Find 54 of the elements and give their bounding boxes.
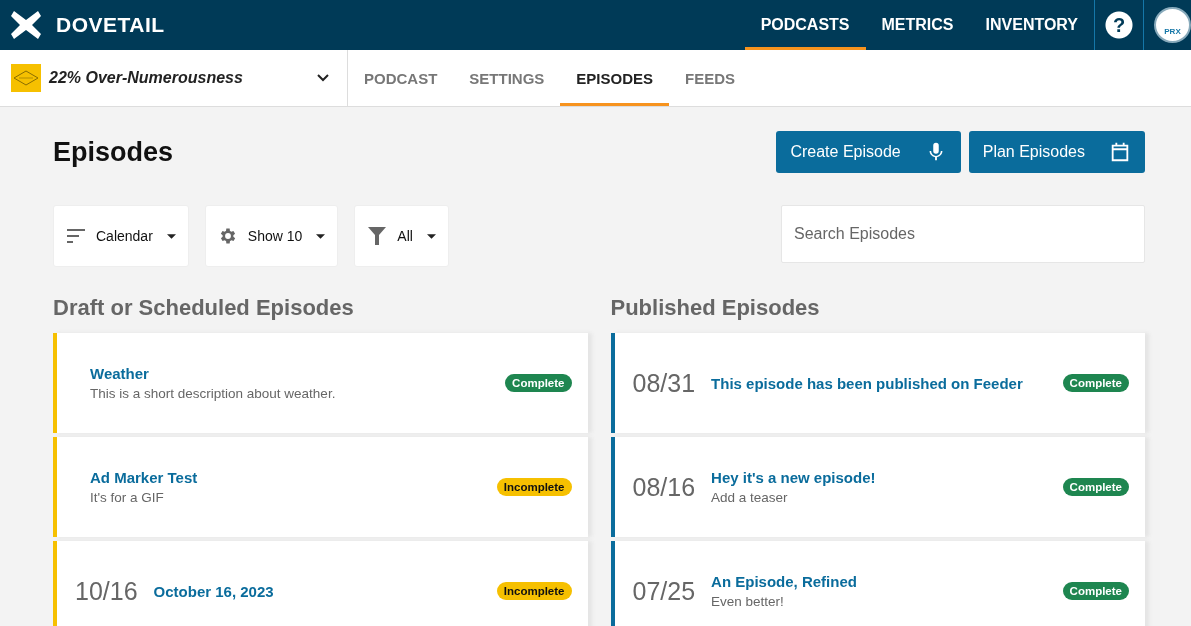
status-badge: Complete xyxy=(1062,478,1129,496)
podcast-tab[interactable]: EPISODES xyxy=(560,50,670,106)
episode-title[interactable]: Ad Marker Test xyxy=(90,469,481,486)
chevron-down-icon xyxy=(317,74,329,82)
episode-title[interactable]: This episode has been published on Feeder xyxy=(711,374,1047,392)
action-button[interactable]: Plan Episodes xyxy=(968,131,1145,173)
episode-card[interactable]: Ad Marker Test It's for a GIF Incomplete xyxy=(53,437,588,537)
filter-icon xyxy=(367,226,388,246)
status-badge: Complete xyxy=(1062,582,1129,600)
episode-teaser: Even better! xyxy=(711,594,785,609)
podcast-artwork-icon xyxy=(11,64,41,92)
action-button[interactable]: Create Episode xyxy=(776,131,961,173)
caret-icon xyxy=(426,233,436,239)
status-badge: Complete xyxy=(1062,374,1129,392)
episode-teaser: It's for a GIF xyxy=(90,490,165,505)
episode-date: 10/16 xyxy=(75,576,138,606)
filter-dropdown[interactable]: Calendar xyxy=(53,205,189,267)
podcast-tab[interactable]: FEEDS xyxy=(669,50,752,106)
episode-card[interactable]: 08/31 This episode has been published on Feeder Complete xyxy=(610,333,1145,433)
nav-tab[interactable]: METRICS xyxy=(865,0,970,50)
calendar-icon xyxy=(1109,141,1131,163)
filter-dropdown[interactable]: All xyxy=(354,205,449,267)
status-badge: Incomplete xyxy=(496,582,572,600)
x-logo-icon xyxy=(10,9,42,41)
episode-card[interactable]: Weather This is a short description about weather. Complete xyxy=(53,333,588,433)
caret-icon xyxy=(316,233,326,239)
episode-teaser: Add a teaser xyxy=(711,490,789,505)
episode-title[interactable]: An Episode, Refined xyxy=(711,573,1047,590)
episode-date: 08/31 xyxy=(632,368,696,398)
status-badge: Incomplete xyxy=(496,478,572,496)
caret-icon xyxy=(166,233,176,239)
account-avatar[interactable]: PRX xyxy=(1154,7,1191,43)
episode-date: 08/16 xyxy=(632,472,696,502)
episode-title[interactable]: Hey it's a new episode! xyxy=(711,469,1047,486)
episode-date: 07/25 xyxy=(632,576,696,606)
podcast-name: 22% Over-Numerousness xyxy=(49,69,244,87)
brand-name: DOVETAIL xyxy=(56,13,165,37)
episode-card[interactable]: 08/16 Hey it's a new episode! Add a teaser Complete xyxy=(610,437,1145,537)
episode-card[interactable]: 07/25 An Episode, Refined Even better! Complete xyxy=(610,541,1145,626)
section-heading: Draft or Scheduled Episodes xyxy=(53,295,355,321)
episode-card[interactable]: 10/16 October 16, 2023 Incomplete xyxy=(53,541,588,626)
search-field[interactable]: Search Episodes xyxy=(781,205,1145,263)
section-heading: Published Episodes xyxy=(610,295,821,321)
sort-icon xyxy=(66,226,86,246)
episode-title[interactable]: Weather xyxy=(90,365,490,382)
filter-dropdown[interactable]: Show 10 xyxy=(204,205,339,267)
status-badge: Complete xyxy=(505,374,572,392)
podcast-picker[interactable]: 22% Over-Numerousness xyxy=(0,50,348,106)
podcast-tab[interactable]: SETTINGS xyxy=(453,50,561,106)
podcast-tab[interactable]: PODCAST xyxy=(348,50,454,106)
episode-teaser: This is a short description about weather. xyxy=(90,386,337,401)
page-title: Episodes xyxy=(53,136,174,168)
episode-title[interactable]: October 16, 2023 xyxy=(153,582,481,600)
nav-tab[interactable]: INVENTORY xyxy=(969,0,1094,50)
